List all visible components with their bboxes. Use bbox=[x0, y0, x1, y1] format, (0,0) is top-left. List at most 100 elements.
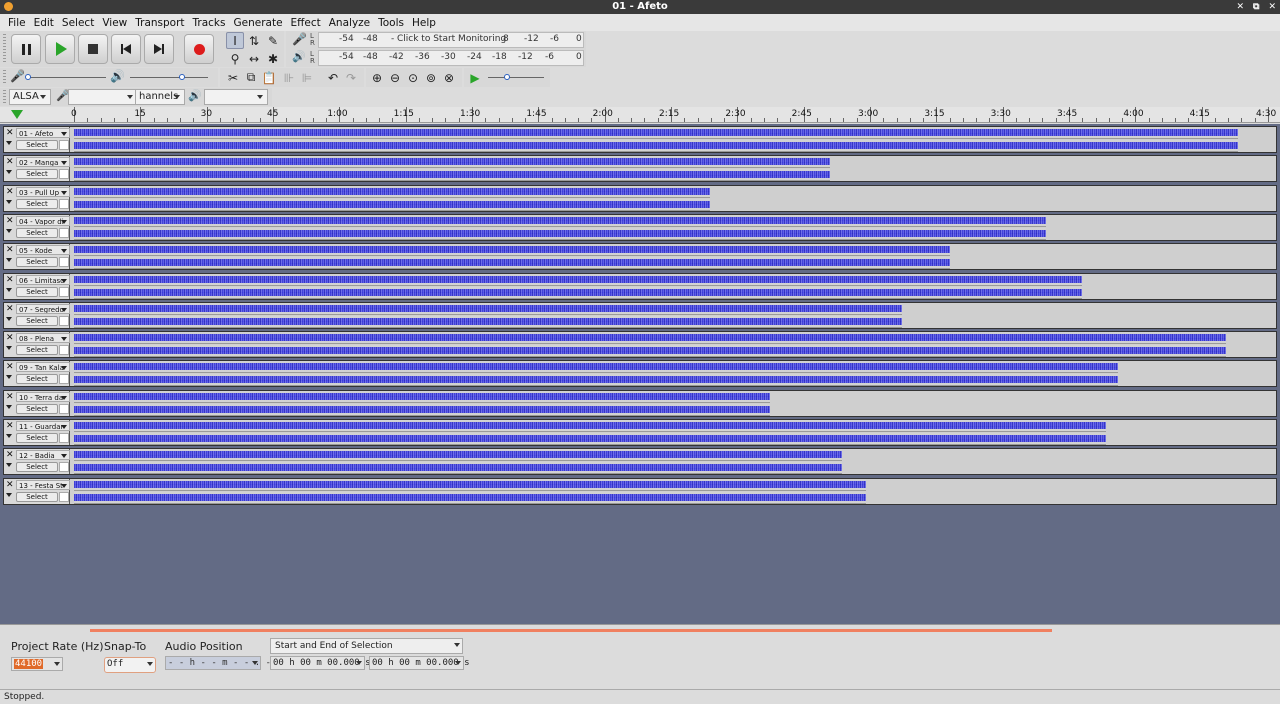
audio-track[interactable]: ✕ 07 - Segredo Select bbox=[3, 301, 1277, 329]
track-name-menu[interactable]: 06 - Limitaso bbox=[16, 274, 70, 285]
audio-track[interactable]: ✕ 12 - Badia Select bbox=[3, 448, 1277, 476]
skip-to-end-button[interactable] bbox=[144, 34, 174, 64]
recording-channels-select[interactable]: hannels bbox=[135, 89, 185, 105]
help-icon[interactable]: ✕ bbox=[1236, 0, 1244, 14]
menu-item-effect[interactable]: Effect bbox=[287, 17, 325, 29]
menu-item-file[interactable]: File bbox=[4, 17, 30, 29]
playback-speed-slider[interactable] bbox=[488, 77, 544, 78]
collapse-track-icon[interactable] bbox=[6, 199, 12, 204]
record-meter-icon[interactable]: 🎤 bbox=[292, 32, 307, 46]
close-track-icon[interactable]: ✕ bbox=[6, 333, 14, 343]
envelope-tool[interactable]: ⇅ bbox=[245, 32, 263, 49]
audio-track[interactable]: ✕ 13 - Festa St Select bbox=[3, 477, 1277, 505]
paste-button[interactable]: 📋 bbox=[260, 69, 278, 86]
track-sync-box[interactable] bbox=[59, 345, 69, 356]
track-name-menu[interactable]: 13 - Festa St bbox=[16, 479, 70, 490]
collapse-track-icon[interactable] bbox=[6, 141, 12, 145]
track-sync-box[interactable] bbox=[59, 198, 69, 209]
play-button[interactable] bbox=[45, 34, 75, 64]
time-shift-tool[interactable]: ↔ bbox=[245, 50, 263, 67]
selection-start-field[interactable]: 00 h 00 m 00.000 s bbox=[270, 656, 371, 670]
select-track-button[interactable]: Select bbox=[16, 198, 58, 209]
track-name-menu[interactable]: 07 - Segredo bbox=[16, 303, 70, 314]
menu-item-tracks[interactable]: Tracks bbox=[189, 17, 230, 29]
collapse-track-icon[interactable] bbox=[6, 316, 12, 321]
menu-item-help[interactable]: Help bbox=[408, 17, 440, 29]
recording-volume-slider[interactable] bbox=[28, 77, 106, 78]
track-sync-box[interactable] bbox=[59, 140, 69, 150]
collapse-track-icon[interactable] bbox=[6, 287, 12, 292]
waveform[interactable] bbox=[74, 273, 1082, 299]
track-sync-box[interactable] bbox=[59, 403, 69, 414]
track-name-menu[interactable]: 09 - Tan Kala bbox=[16, 362, 70, 373]
collapse-track-icon[interactable] bbox=[6, 170, 12, 175]
close-track-icon[interactable]: ✕ bbox=[6, 362, 14, 372]
waveform[interactable] bbox=[74, 156, 830, 182]
menu-item-tools[interactable]: Tools bbox=[374, 17, 408, 29]
select-track-button[interactable]: Select bbox=[16, 462, 58, 473]
draw-tool[interactable]: ✎ bbox=[264, 32, 282, 49]
zoom-in-button[interactable]: ⊕ bbox=[368, 69, 386, 86]
waveform[interactable] bbox=[74, 302, 902, 328]
waveform[interactable] bbox=[74, 185, 710, 211]
collapse-track-icon[interactable] bbox=[6, 346, 12, 351]
track-sync-box[interactable] bbox=[59, 462, 69, 473]
playback-meter-icon[interactable]: 🔊 bbox=[292, 50, 306, 63]
playback-speed-knob[interactable] bbox=[504, 74, 510, 80]
zoom-out-button[interactable]: ⊖ bbox=[386, 69, 404, 86]
select-track-button[interactable]: Select bbox=[16, 257, 58, 268]
close-icon[interactable]: ✕ bbox=[1268, 0, 1276, 14]
selection-mode-select[interactable]: Start and End of Selection bbox=[270, 638, 463, 654]
collapse-track-icon[interactable] bbox=[6, 434, 12, 438]
close-track-icon[interactable]: ✕ bbox=[6, 392, 14, 402]
close-track-icon[interactable]: ✕ bbox=[6, 187, 14, 197]
playback-volume-knob[interactable] bbox=[179, 74, 185, 80]
track-name-menu[interactable]: 05 - Kode bbox=[16, 245, 70, 256]
track-sync-box[interactable] bbox=[59, 433, 69, 443]
close-track-icon[interactable]: ✕ bbox=[6, 421, 14, 431]
trim-button[interactable]: ⊪ bbox=[280, 69, 298, 86]
selection-end-field[interactable]: 00 h 00 m 00.000 s bbox=[369, 656, 470, 670]
menu-item-view[interactable]: View bbox=[98, 17, 131, 29]
close-track-icon[interactable]: ✕ bbox=[6, 157, 14, 167]
zoom-toggle-button[interactable]: ⊗ bbox=[440, 69, 458, 86]
waveform[interactable] bbox=[74, 214, 1046, 240]
audio-track[interactable]: ✕ 06 - Limitaso Select bbox=[3, 272, 1277, 300]
select-track-button[interactable]: Select bbox=[16, 345, 58, 356]
menu-item-select[interactable]: Select bbox=[58, 17, 98, 29]
close-track-icon[interactable]: ✕ bbox=[6, 128, 14, 138]
undo-button[interactable]: ↶ bbox=[324, 69, 342, 86]
track-name-menu[interactable]: 01 - Afeto bbox=[16, 128, 70, 138]
track-sync-box[interactable] bbox=[59, 257, 69, 268]
audio-track[interactable]: ✕ 01 - Afeto Select bbox=[3, 126, 1277, 153]
menu-item-analyze[interactable]: Analyze bbox=[325, 17, 374, 29]
track-name-menu[interactable]: 11 - Guardar bbox=[16, 421, 70, 431]
waveform[interactable] bbox=[74, 420, 1106, 445]
track-name-menu[interactable]: 12 - Badia bbox=[16, 450, 70, 461]
track-name-menu[interactable]: 04 - Vapor di bbox=[16, 215, 70, 226]
waveform[interactable] bbox=[74, 390, 770, 416]
audio-position-field[interactable]: - - h - - m - - . - - - s bbox=[165, 656, 303, 670]
select-track-button[interactable]: Select bbox=[16, 286, 58, 297]
cut-button[interactable]: ✂ bbox=[224, 69, 242, 86]
audio-track[interactable]: ✕ 10 - Terra da Select bbox=[3, 389, 1277, 417]
select-track-button[interactable]: Select bbox=[16, 433, 58, 443]
fit-project-button[interactable]: ⊚ bbox=[422, 69, 440, 86]
audio-track[interactable]: ✕ 05 - Kode Select bbox=[3, 243, 1277, 271]
collapse-track-icon[interactable] bbox=[6, 228, 12, 233]
playback-volume-slider[interactable] bbox=[130, 77, 208, 78]
skip-to-start-button[interactable] bbox=[111, 34, 141, 64]
track-sync-box[interactable] bbox=[59, 286, 69, 297]
close-track-icon[interactable]: ✕ bbox=[6, 275, 14, 285]
track-sync-box[interactable] bbox=[59, 315, 69, 326]
select-track-button[interactable]: Select bbox=[16, 227, 58, 238]
collapse-track-icon[interactable] bbox=[6, 492, 12, 497]
collapse-track-icon[interactable] bbox=[6, 375, 12, 380]
timeline-ruler[interactable]: 0 15 30 45 1:00 1:15 1:30 1:45 2:00 2:15 2:30 2:45 3… bbox=[0, 107, 1280, 123]
fit-selection-button[interactable]: ⊙ bbox=[404, 69, 422, 86]
waveform[interactable] bbox=[74, 244, 950, 270]
menu-item-transport[interactable]: Transport bbox=[131, 17, 188, 29]
select-track-button[interactable]: Select bbox=[16, 169, 58, 180]
pause-button[interactable] bbox=[11, 34, 41, 64]
audio-track[interactable]: ✕ 02 - Manga Select bbox=[3, 155, 1277, 183]
